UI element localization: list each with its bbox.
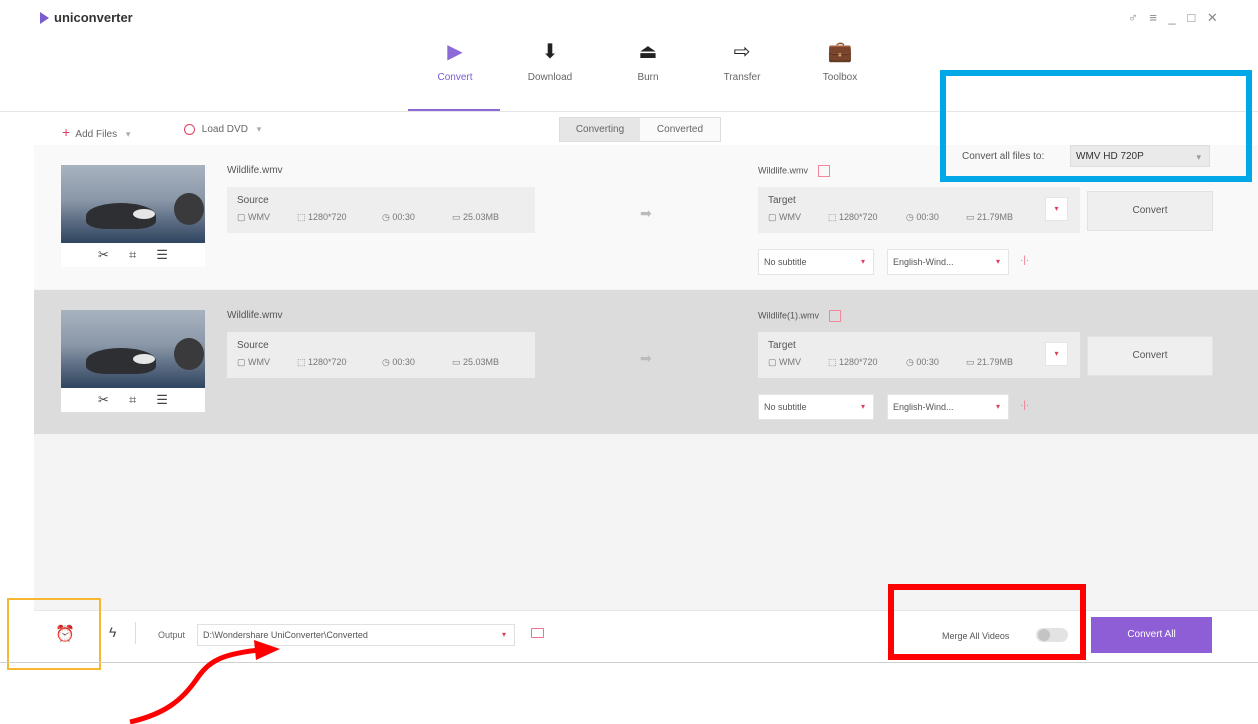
source-label: Source <box>237 195 269 206</box>
add-files-label: Add Files <box>75 129 118 140</box>
highlight-box-blue <box>940 70 1252 182</box>
edit-name-icon[interactable] <box>829 310 842 322</box>
source-duration: ◷ 00:30 <box>382 212 415 222</box>
source-format: ▢ WMV <box>237 212 271 222</box>
nav-convert[interactable]: ▶ Convert <box>420 40 490 83</box>
thumbnail-subject <box>133 209 155 219</box>
dvd-disc-icon <box>184 124 195 135</box>
chevron-down-icon: ▾ <box>125 129 131 139</box>
brand-name: uniconverter <box>54 10 133 25</box>
chevron-down-icon: ▾ <box>256 124 262 135</box>
arrow-right-icon: ➡ <box>640 205 652 221</box>
source-format: ▢ WMV <box>237 357 271 367</box>
source-info: Source ▢ WMV ⬚ 1280*720 ◷ 00:30 ▭ 25.03M… <box>227 332 535 378</box>
target-duration: ◷ 00:30 <box>906 212 939 222</box>
nav-label: Toolbox <box>822 72 858 83</box>
file-row: ✂ ⌗ ☰ Wildlife.wmv Source ▢ WMV ⬚ 1280*7… <box>34 290 1258 434</box>
trim-marker-icon[interactable]: ·|· <box>1020 400 1029 411</box>
audio-track-select[interactable]: English-Wind... ▾ <box>887 249 1009 275</box>
nav-transfer[interactable]: ⇨ Transfer <box>707 40 777 83</box>
crop-icon[interactable]: ⌗ <box>129 243 136 267</box>
conversion-tabs: Converting Converted <box>559 117 721 142</box>
load-dvd-label: Load DVD <box>201 124 248 136</box>
edit-tools: ✂ ⌗ ☰ <box>61 243 205 267</box>
nav-label: Download <box>527 72 573 83</box>
source-size: ▭ 25.03MB <box>452 357 500 367</box>
target-format: ▢ WMV <box>768 357 802 367</box>
nav-download[interactable]: ⬇ Download <box>515 40 585 83</box>
open-folder-icon[interactable] <box>531 628 544 638</box>
target-info: Target ▢ WMV ⬚ 1280*720 ◷ 00:30 ▭ 21.79M… <box>758 187 1080 233</box>
chevron-down-icon: ▾ <box>995 257 1000 266</box>
nav-burn[interactable]: ⏏ Burn <box>613 40 683 83</box>
trim-marker-icon[interactable]: ·|· <box>1020 255 1029 266</box>
nav-toolbox[interactable]: 💼 Toolbox <box>805 40 875 83</box>
target-info: Target ▢ WMV ⬚ 1280*720 ◷ 00:30 ▭ 21.79M… <box>758 332 1080 378</box>
convert-play-icon: ▶ <box>447 41 463 63</box>
target-resolution: ⬚ 1280*720 <box>828 357 878 367</box>
target-format: ▢ WMV <box>768 212 802 222</box>
brand-logo-icon <box>40 11 49 24</box>
target-format-dropdown[interactable]: ▾ <box>1045 342 1068 366</box>
load-dvd-button[interactable]: Load DVD ▾ <box>184 124 261 135</box>
source-resolution: ⬚ 1280*720 <box>297 212 347 222</box>
target-format-dropdown[interactable]: ▾ <box>1045 197 1068 221</box>
effects-sliders-icon[interactable]: ☰ <box>156 388 168 412</box>
target-duration: ◷ 00:30 <box>906 357 939 367</box>
nav-label: Convert <box>437 72 473 83</box>
scissors-icon[interactable]: ✂ <box>98 388 109 412</box>
highlight-box-orange <box>7 598 101 670</box>
download-icon: ⬇ <box>541 41 559 63</box>
window-controls[interactable]: ♂ ≡ _ □ ✕ <box>1128 10 1222 26</box>
source-info: Source ▢ WMV ⬚ 1280*720 ◷ 00:30 ▭ 25.03M… <box>227 187 535 233</box>
source-file-name: Wildlife.wmv <box>227 165 283 176</box>
target-size: ▭ 21.79MB <box>966 212 1014 222</box>
tab-converted[interactable]: Converted <box>640 118 720 141</box>
thumbnail-subject <box>174 193 204 225</box>
audio-track-select[interactable]: English-Wind... ▾ <box>887 394 1009 420</box>
highlight-box-red <box>888 584 1086 660</box>
source-file-name: Wildlife.wmv <box>227 310 283 321</box>
edit-tools: ✂ ⌗ ☰ <box>61 388 205 412</box>
source-duration: ◷ 00:30 <box>382 357 415 367</box>
chevron-down-icon: ▾ <box>501 630 506 639</box>
scissors-icon[interactable]: ✂ <box>98 243 109 267</box>
effects-sliders-icon[interactable]: ☰ <box>156 243 168 267</box>
arrow-right-icon: ➡ <box>640 350 652 366</box>
chevron-down-icon: ▾ <box>860 402 865 411</box>
target-label: Target <box>768 195 796 206</box>
chevron-down-icon: ▾ <box>995 402 1000 411</box>
target-size: ▭ 21.79MB <box>966 357 1014 367</box>
transfer-icon: ⇨ <box>733 41 751 63</box>
annotation-arrow <box>129 640 280 724</box>
subtitle-select[interactable]: No subtitle ▾ <box>758 249 874 275</box>
video-thumbnail[interactable] <box>61 310 205 388</box>
nav-label: Transfer <box>723 72 761 83</box>
convert-button[interactable]: Convert <box>1087 191 1213 231</box>
plus-icon: + <box>62 124 71 140</box>
crop-icon[interactable]: ⌗ <box>129 388 136 412</box>
nav-label: Burn <box>637 72 659 83</box>
source-label: Source <box>237 340 269 351</box>
tab-converting[interactable]: Converting <box>560 118 640 141</box>
convert-button[interactable]: Convert <box>1087 336 1213 376</box>
add-files-button[interactable]: + Add Files ▾ <box>62 124 130 140</box>
lightning-bolt-icon[interactable]: ϟ <box>109 624 116 640</box>
chevron-down-icon: ▾ <box>860 257 865 266</box>
target-resolution: ⬚ 1280*720 <box>828 212 878 222</box>
app-brand: uniconverter <box>40 10 133 25</box>
toolbox-icon: 💼 <box>827 41 853 63</box>
thumbnail-subject <box>133 354 155 364</box>
thumbnail-subject <box>174 338 204 370</box>
video-thumbnail[interactable] <box>61 165 205 243</box>
convert-all-button[interactable]: Convert All <box>1091 617 1212 653</box>
burn-disc-icon: ⏏ <box>638 41 658 63</box>
target-file-name: Wildlife.wmv <box>758 165 831 177</box>
target-file-name: Wildlife(1).wmv <box>758 310 842 322</box>
edit-name-icon[interactable] <box>818 165 831 177</box>
source-resolution: ⬚ 1280*720 <box>297 357 347 367</box>
target-label: Target <box>768 340 796 351</box>
source-size: ▭ 25.03MB <box>452 212 500 222</box>
subtitle-select[interactable]: No subtitle ▾ <box>758 394 874 420</box>
